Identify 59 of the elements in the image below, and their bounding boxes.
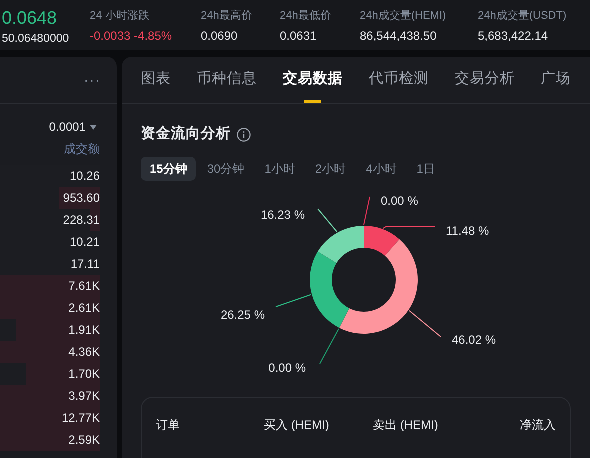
stat-value: 5,683,422.14 [478, 28, 550, 45]
leader-line [364, 196, 370, 226]
amount-cell-text: 3.97K [68, 388, 100, 405]
tab[interactable]: 币种信息 [197, 57, 257, 103]
tab[interactable]: 代币检测 [369, 57, 429, 103]
section-title: 资金流向分析 [141, 124, 231, 144]
amount-cell-text: 12.77K [62, 410, 100, 427]
precision-dropdown[interactable]: 0.0001 [49, 118, 97, 136]
mark-price: 50.06480000 [2, 32, 70, 47]
caret-icon [90, 124, 97, 130]
amount-cell-text: 228.31 [63, 212, 100, 229]
stat-label: 24 小时涨跌 [90, 9, 150, 24]
period-tab[interactable]: 1日 [408, 156, 444, 181]
leader-line [318, 208, 338, 232]
period-tab[interactable]: 4小时 [357, 156, 406, 181]
tab[interactable]: 交易数据 [283, 57, 343, 103]
period-tab[interactable]: 30分钟 [198, 156, 254, 181]
data-label: 0.00 % [381, 194, 418, 208]
stat-label: 24h成交量(USDT) [478, 8, 568, 24]
amount-cell-text: 1.70K [68, 366, 100, 383]
stat-value: -0.0033 -4.85% [90, 28, 174, 45]
leader-line [320, 328, 340, 364]
amount-cell-text: 2.59K [68, 432, 100, 449]
stat-label: 24h最低价 [280, 9, 332, 24]
amount-cell-text: 10.26 [70, 168, 100, 185]
column-header: 卖出 (HEMI) [373, 416, 440, 434]
stat-value: 0.0631 [280, 28, 318, 45]
amount-cell-text: 2.61K [68, 300, 100, 317]
stat-value: 86,544,438.50 [360, 28, 438, 45]
column-header: 订单 [156, 416, 181, 434]
data-label: 11.48 % [446, 224, 490, 238]
last-price: 0.0648 [2, 7, 58, 30]
column-header: 成交额 [64, 141, 100, 157]
column-header: 买入 (HEMI) [264, 416, 330, 434]
more-button[interactable]: ··· [84, 70, 101, 90]
data-label: 46.02 % [452, 332, 496, 347]
leader-line [409, 310, 442, 338]
amount-cell-text: 4.36K [68, 344, 100, 361]
column-header: 净流入 [520, 416, 556, 434]
leader-line [276, 294, 312, 308]
info-icon[interactable] [237, 128, 251, 142]
tab[interactable]: 图表 [141, 57, 171, 103]
period-tab[interactable]: 2小时 [306, 156, 356, 181]
stat-label: 24h成交量(HEMI) [360, 8, 448, 24]
stat-label: 24h最高价 [201, 8, 254, 24]
tab[interactable]: 广场 [541, 57, 571, 103]
amount-cell-text: 953.60 [63, 190, 100, 207]
amount-cell-text: 7.61K [68, 278, 100, 295]
stat-value: 0.0690 [201, 28, 239, 45]
tab[interactable]: 交易分析 [455, 57, 515, 103]
amount-cell-text: 17.11 [70, 256, 100, 273]
amount-cell-text: 1.91K [68, 322, 100, 339]
leader-line [382, 226, 436, 229]
data-label: 26.25 % [220, 308, 265, 322]
amount-cell-text: 10.21 [70, 234, 100, 251]
period-tab[interactable]: 15分钟 [141, 156, 196, 181]
data-label: 0.00 % [268, 360, 306, 375]
data-label: 16.23 % [260, 208, 305, 222]
period-tab[interactable]: 1小时 [256, 156, 304, 181]
